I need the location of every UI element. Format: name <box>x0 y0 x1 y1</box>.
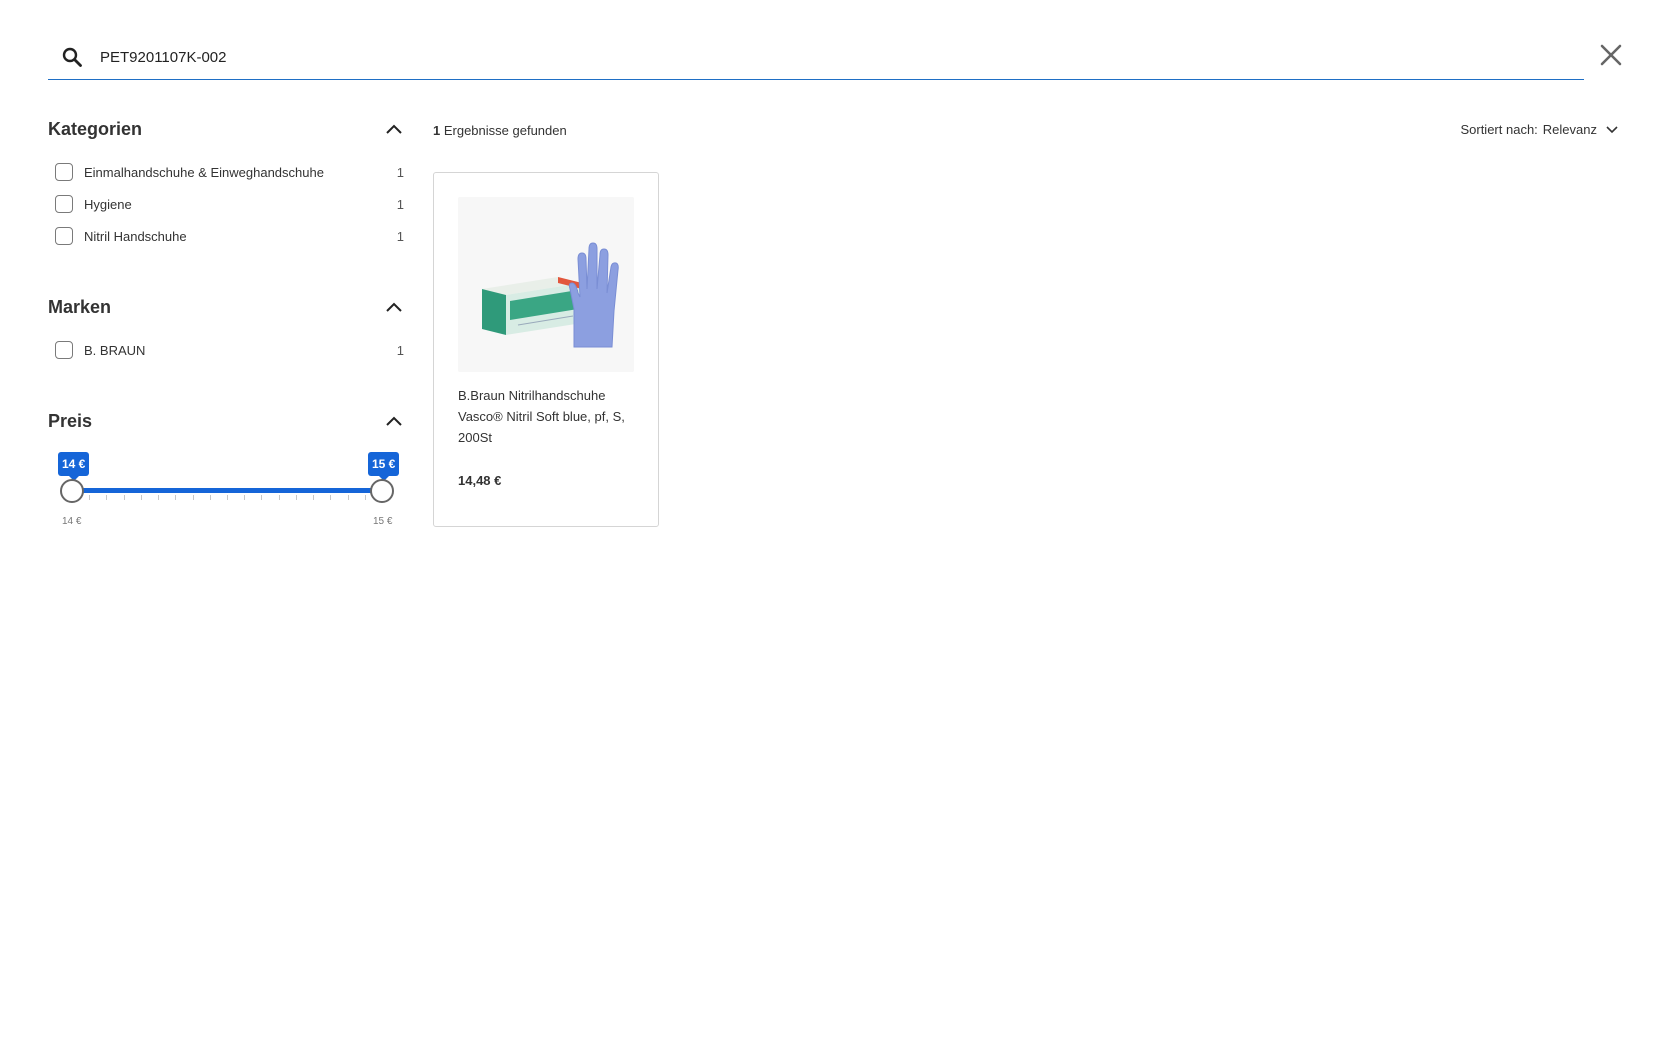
filter-sidebar: Kategorien Einmalhandschuhe & Einweghand… <box>48 112 404 562</box>
price-min-bubble: 14 € <box>58 452 90 481</box>
facet-list: B. BRAUN 1 <box>48 334 404 366</box>
product-image[interactable] <box>458 197 634 372</box>
checkbox[interactable] <box>55 195 73 213</box>
sort-value: Relevanz <box>1542 122 1597 137</box>
search-input[interactable] <box>100 42 1500 72</box>
glove-box-image <box>458 197 634 372</box>
facet-item-einmalhandschuhe[interactable]: Einmalhandschuhe & Einweghandschuhe 1 <box>48 156 404 188</box>
sort-dropdown[interactable]: Sortiert nach: Relevanz <box>1460 122 1619 137</box>
facet-label: B. BRAUN <box>84 342 146 358</box>
price-range-slider: 14 € 15 € 14 € 15 € <box>48 452 404 562</box>
facet-count: 1 <box>396 196 404 212</box>
facet-title: Preis <box>48 411 93 431</box>
search-icon[interactable] <box>60 45 84 69</box>
facet-kategorien-header[interactable]: Kategorien <box>48 112 404 146</box>
facet-marken-header[interactable]: Marken <box>48 290 404 324</box>
sort-label: Sortiert nach: <box>1460 122 1538 137</box>
chevron-up-icon[interactable] <box>384 412 404 430</box>
slider-tick <box>227 495 228 500</box>
product-price: 14,48 € <box>458 473 502 488</box>
facet-list: Einmalhandschuhe & Einweghandschuhe 1 Hy… <box>48 156 404 252</box>
facet-item-hygiene[interactable]: Hygiene 1 <box>48 188 404 220</box>
slider-tick <box>364 495 366 500</box>
slider-tick <box>106 495 108 500</box>
facet-marken: Marken B. BRAUN 1 <box>48 290 404 366</box>
slider-tick <box>209 495 211 500</box>
slider-tick <box>158 495 160 500</box>
facet-preis: Preis 14 € 15 € 14 € 15 € <box>48 404 404 562</box>
facet-label: Hygiene <box>84 196 132 212</box>
slider-tick <box>123 495 125 500</box>
slider-tick <box>261 495 263 500</box>
chevron-up-icon[interactable] <box>384 298 404 316</box>
results-count-text: Ergebnisse gefunden <box>440 123 567 138</box>
slider-handle-min[interactable] <box>60 479 84 503</box>
facet-item-b-braun[interactable]: B. BRAUN 1 <box>48 334 404 366</box>
price-max-bubble: 15 € <box>368 452 400 481</box>
product-card[interactable]: B.Braun Nitrilhandschuhe Vasco® Nitril S… <box>433 172 659 527</box>
results-count: 1 Ergebnisse gefunden <box>433 123 567 138</box>
slider-tick <box>89 495 91 500</box>
facet-title: Marken <box>48 297 112 317</box>
checkbox[interactable] <box>55 227 73 245</box>
slider-tick <box>313 495 315 500</box>
slider-tick <box>278 495 280 500</box>
chevron-down-icon[interactable] <box>1605 125 1619 135</box>
slider-tick <box>140 495 142 500</box>
slider-ticks <box>72 495 382 501</box>
slider-tick <box>175 495 177 500</box>
slider-track[interactable] <box>72 488 382 493</box>
range-max-label: 15 € <box>373 516 393 527</box>
slider-tick <box>244 495 246 500</box>
slider-tick <box>192 495 194 500</box>
slider-tick <box>347 495 349 500</box>
checkbox[interactable] <box>55 163 73 181</box>
facet-label: Einmalhandschuhe & Einweghandschuhe <box>84 164 324 180</box>
product-name[interactable]: B.Braun Nitrilhandschuhe Vasco® Nitril S… <box>458 385 638 448</box>
chevron-up-icon[interactable] <box>384 120 404 138</box>
range-min-label: 14 € <box>62 516 82 527</box>
search-bar <box>48 38 1584 80</box>
facet-count: 1 <box>396 228 404 244</box>
facet-label: Nitril Handschuhe <box>84 228 187 244</box>
slider-tick <box>330 495 332 500</box>
slider-handle-max[interactable] <box>370 479 394 503</box>
slider-tick <box>295 495 297 500</box>
close-icon[interactable] <box>1596 40 1626 70</box>
facet-count: 1 <box>396 164 404 180</box>
checkbox[interactable] <box>55 341 73 359</box>
facet-count: 1 <box>396 342 404 358</box>
facet-kategorien: Kategorien Einmalhandschuhe & Einweghand… <box>48 112 404 252</box>
facet-item-nitril-handschuhe[interactable]: Nitril Handschuhe 1 <box>48 220 404 252</box>
facet-title: Kategorien <box>48 119 143 139</box>
results-header: 1 Ergebnisse gefunden Sortiert nach: Rel… <box>433 122 1619 144</box>
facet-preis-header[interactable]: Preis <box>48 404 404 438</box>
